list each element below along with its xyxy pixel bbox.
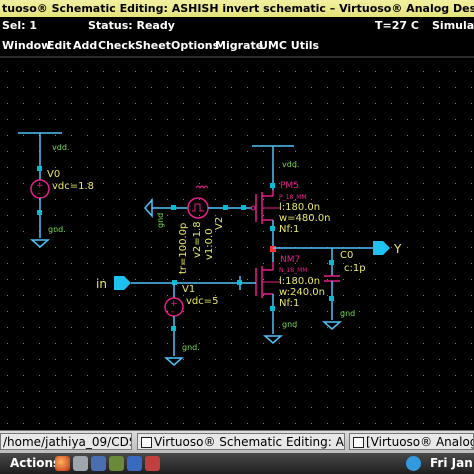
nm7-model: N_18_MM — [279, 267, 307, 274]
window-title-bar[interactable]: tuoso® Schematic Editing: ASHISH invert … — [0, 0, 474, 17]
v0-name: V0 — [47, 169, 60, 180]
pm5-width: w=480.0n — [279, 213, 331, 224]
nm7-fingers: Nf:1 — [279, 298, 299, 309]
pm5-name: PM5 — [280, 181, 299, 191]
temperature-readout: T=27 C — [375, 19, 419, 32]
v2-v1: v1:0.0 — [204, 228, 215, 260]
menu-window[interactable]: Window — [2, 39, 51, 52]
system-panel: Actions Fri Jan — [0, 453, 474, 474]
c0-gnd-label: gnd — [340, 309, 355, 318]
v1-param: vdc=5 — [186, 296, 219, 307]
nm7-length: l:180.0n — [279, 276, 320, 287]
pm5-length: l:180.0n — [279, 202, 320, 213]
schematic-canvas[interactable]: + - vdd. V0 vdc=1.8 gnd. gnd V2 tr=100.0… — [0, 58, 474, 428]
nm7-width: w:240.0n — [279, 287, 325, 298]
v1-gnd-label: gnd. — [182, 343, 200, 352]
menu-sheet[interactable]: Sheet — [135, 39, 171, 52]
network-icon[interactable] — [406, 456, 421, 471]
status-bar: Sel: 1 Status: Ready T=27 C Simulat — [0, 17, 474, 35]
menu-edit[interactable]: Edit — [47, 39, 71, 52]
window-title: tuoso® Schematic Editing: ASHISH invert … — [2, 2, 474, 15]
clock[interactable]: Fri Jan — [430, 456, 473, 470]
pm5-fingers: Nf:1 — [279, 224, 299, 235]
menu-umc-utils[interactable]: UMC Utils — [259, 39, 319, 52]
pm5-model: P_18_MM — [279, 194, 307, 201]
browser-icon[interactable] — [55, 456, 70, 471]
app-icon[interactable] — [145, 456, 160, 471]
window-icon — [141, 437, 152, 448]
c0-param: c:1p — [344, 263, 366, 274]
nm7-gnd-label: gnd — [282, 320, 297, 329]
nm7-name: NM7 — [280, 255, 300, 265]
pin-in-label: in — [96, 277, 107, 291]
menu-options[interactable]: Options — [171, 39, 219, 52]
taskbar-item-schematic-editing[interactable]: Virtuoso® Schematic Editing: ASHISH in — [137, 433, 345, 450]
v1-name: V1 — [182, 284, 195, 295]
v2-tr: tr=100.0p — [178, 223, 189, 274]
c0-name: C0 — [340, 250, 353, 261]
simulator-readout: Simulat — [432, 19, 474, 32]
grid-dots — [0, 58, 474, 428]
svg-text:-: - — [37, 189, 40, 199]
terminal-icon[interactable] — [91, 456, 106, 471]
status-text: Status: Ready — [88, 19, 175, 32]
taskbar-item-analog-design[interactable]: [Virtuoso® Analog Design — [349, 433, 474, 450]
window-icon — [353, 437, 364, 448]
menu-migrate[interactable]: Migrate — [215, 39, 263, 52]
v2-name: V2 — [214, 217, 225, 230]
mail-icon[interactable] — [73, 456, 88, 471]
v0-vdd-label: vdd. — [52, 143, 69, 152]
menu-add[interactable]: Add — [73, 39, 97, 52]
taskbar: /home/jathiya_09/CDS.log] Virtuoso® Sche… — [0, 430, 474, 453]
v0-param: vdc=1.8 — [52, 181, 94, 192]
svg-text:-: - — [171, 307, 174, 317]
taskbar-item-cds-log[interactable]: /home/jathiya_09/CDS.log] — [0, 433, 132, 450]
v2-v2: v2=1.8 — [192, 221, 203, 258]
menu-bar: Window Edit Add Check Sheet Options Migr… — [0, 36, 474, 56]
menu-check[interactable]: Check — [98, 39, 135, 52]
editor-icon[interactable] — [109, 456, 124, 471]
files-icon[interactable] — [127, 456, 142, 471]
pm5-vdd-label: vdd. — [282, 160, 299, 169]
actions-menu[interactable]: Actions — [10, 456, 60, 470]
selection-count: Sel: 1 — [2, 19, 38, 32]
v2-gnd-label: gnd — [156, 213, 165, 228]
pin-y-label: Y — [393, 242, 402, 256]
v0-gnd-label: gnd. — [48, 225, 66, 234]
